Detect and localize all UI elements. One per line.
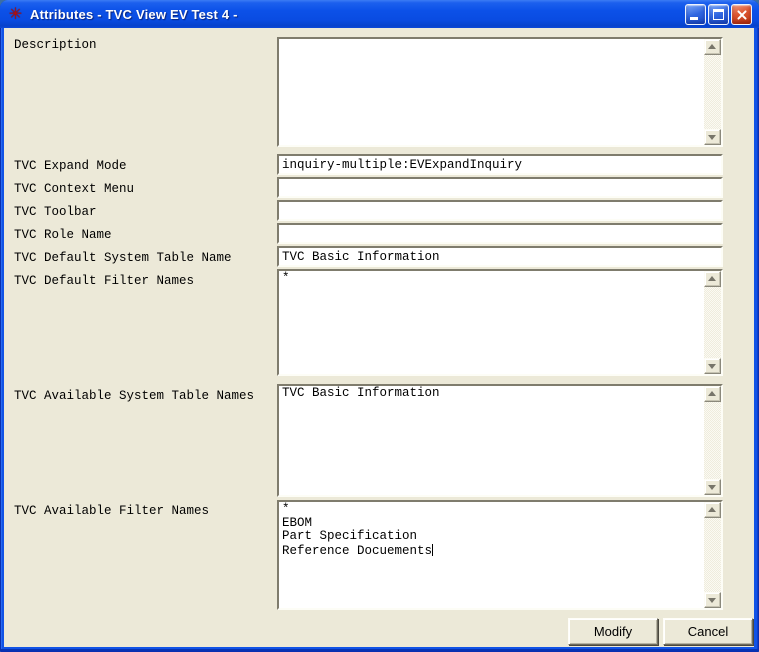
maximize-icon (713, 9, 724, 20)
description-textarea[interactable] (277, 37, 723, 147)
maximize-button[interactable] (708, 4, 729, 25)
tvc-context-menu-label: TVC Context Menu (14, 182, 134, 197)
vertical-scrollbar[interactable] (704, 386, 721, 495)
tvc-role-name-label: TVC Role Name (14, 228, 112, 243)
tvc-available-system-table-names-textarea[interactable]: TVC Basic Information (277, 384, 723, 497)
modify-button[interactable]: Modify (568, 618, 658, 645)
scroll-down-button[interactable] (704, 592, 721, 608)
tvc-default-system-table-name-label: TVC Default System Table Name (14, 251, 232, 266)
attributes-dialog-window: ✳ Attributes - TVC View EV Test 4 - Desc… (0, 0, 759, 652)
scroll-up-button[interactable] (704, 39, 721, 55)
arrow-up-icon (708, 391, 716, 396)
titlebar[interactable]: ✳ Attributes - TVC View EV Test 4 - (0, 0, 759, 28)
description-label: Description (14, 38, 97, 53)
tvc-toolbar-input[interactable] (277, 200, 723, 221)
arrow-up-icon (708, 507, 716, 512)
text-caret (432, 544, 433, 556)
tvc-expand-mode-input[interactable] (277, 154, 723, 175)
tvc-default-filter-names-textarea[interactable]: * (277, 269, 723, 376)
scroll-up-button[interactable] (704, 271, 721, 287)
tvc-available-filter-names-value: * EBOM Part Specification Reference Docu… (282, 502, 432, 558)
tvc-available-system-table-names-label: TVC Available System Table Names (14, 389, 254, 404)
tvc-available-filter-names-textarea[interactable]: * EBOM Part Specification Reference Docu… (277, 500, 723, 610)
close-button[interactable] (731, 4, 752, 25)
scroll-down-button[interactable] (704, 358, 721, 374)
tvc-available-system-table-names-value: TVC Basic Information (282, 386, 440, 400)
tvc-toolbar-label: TVC Toolbar (14, 205, 97, 220)
arrow-up-icon (708, 44, 716, 49)
scroll-down-button[interactable] (704, 129, 721, 145)
window-title: Attributes - TVC View EV Test 4 - (30, 7, 685, 22)
tvc-available-filter-names-label: TVC Available Filter Names (14, 504, 209, 519)
scroll-up-button[interactable] (704, 386, 721, 402)
red-asterisk-app-icon: ✳ (7, 6, 24, 23)
tvc-default-filter-names-value: * (282, 271, 290, 285)
arrow-down-icon (708, 364, 716, 369)
scroll-down-button[interactable] (704, 479, 721, 495)
vertical-scrollbar[interactable] (704, 502, 721, 608)
tvc-default-filter-names-label: TVC Default Filter Names (14, 274, 194, 289)
tvc-role-name-input[interactable] (277, 223, 723, 244)
scroll-up-button[interactable] (704, 502, 721, 518)
tvc-default-system-table-name-input[interactable] (277, 246, 723, 267)
vertical-scrollbar[interactable] (704, 39, 721, 145)
tvc-context-menu-input[interactable] (277, 177, 723, 198)
arrow-down-icon (708, 485, 716, 490)
arrow-down-icon (708, 598, 716, 603)
minimize-icon (690, 17, 698, 20)
minimize-button[interactable] (685, 4, 706, 25)
vertical-scrollbar[interactable] (704, 271, 721, 374)
arrow-up-icon (708, 276, 716, 281)
arrow-down-icon (708, 135, 716, 140)
dialog-client-area: Description TVC Expand Mode TVC Context … (4, 28, 754, 647)
tvc-expand-mode-label: TVC Expand Mode (14, 159, 127, 174)
cancel-button[interactable]: Cancel (663, 618, 753, 645)
